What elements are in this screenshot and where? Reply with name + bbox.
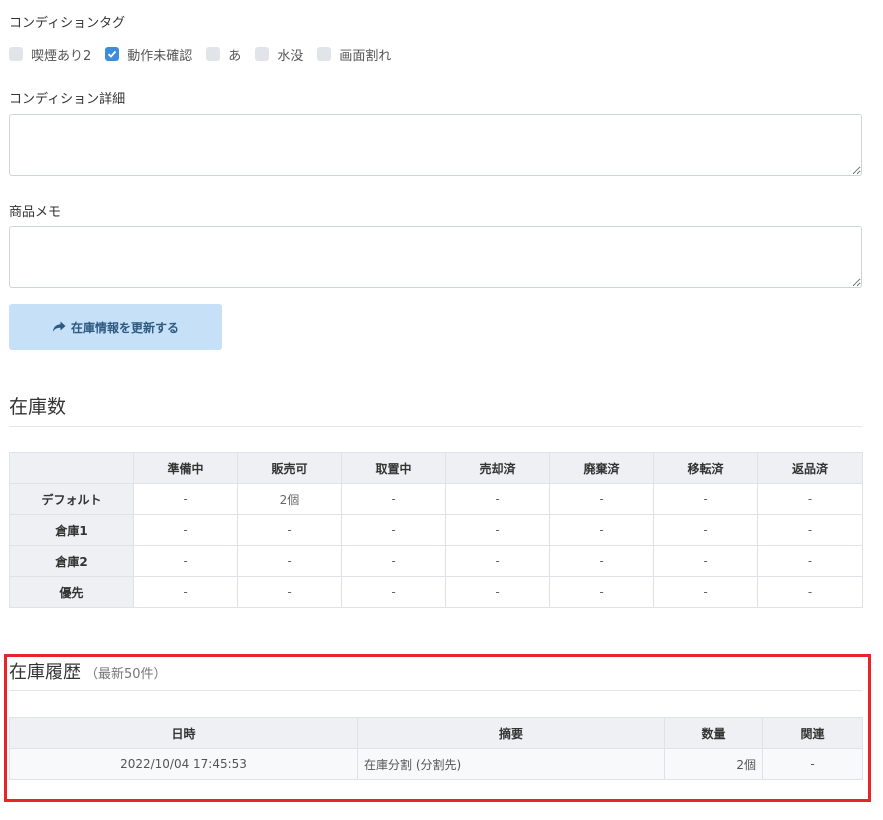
table-cell: - (653, 576, 758, 608)
table-cell: - (237, 545, 342, 577)
table-cell: - (549, 514, 654, 546)
stock-title: 在庫数 (9, 396, 67, 418)
checkbox-icon[interactable] (317, 47, 332, 61)
table-cell: - (445, 545, 550, 577)
table-cell: - (341, 483, 446, 515)
table-cell: - (133, 514, 238, 546)
tag-label: 水没 (277, 48, 304, 64)
checkbox-icon[interactable] (255, 47, 270, 61)
table-cell: - (549, 576, 654, 608)
table-cell: 2個 (237, 483, 342, 515)
stock-header-cell: 取置中 (341, 452, 446, 484)
table-cell: - (757, 483, 863, 515)
divider (9, 690, 862, 691)
table-cell: - (653, 545, 758, 577)
table-cell: - (653, 514, 758, 546)
history-summary: 在庫分割 (分割先) (357, 748, 665, 780)
table-cell: - (549, 545, 654, 577)
stock-table: 準備中 販売可 取置中 売却済 廃棄済 移転済 返品済 デフォルト - 2個 -… (9, 452, 863, 608)
table-cell: - (757, 576, 863, 608)
stock-header-cell: 準備中 (133, 452, 238, 484)
stock-header-cell (9, 452, 134, 484)
tag-label: 画面割れ (339, 48, 392, 64)
history-header-cell: 関連 (762, 717, 863, 749)
product-memo-textarea[interactable] (9, 226, 862, 288)
table-cell: - (757, 514, 863, 546)
history-header-cell: 日時 (9, 717, 358, 749)
history-header-cell: 数量 (664, 717, 763, 749)
table-cell: - (341, 514, 446, 546)
history-subtitle: （最新50件） (85, 667, 167, 682)
tag-label: 喫煙あり2 (31, 48, 92, 64)
table-cell: - (133, 545, 238, 577)
table-cell: - (653, 483, 758, 515)
table-cell: - (237, 514, 342, 546)
history-header-cell: 摘要 (357, 717, 665, 749)
table-cell: - (133, 483, 238, 515)
tag-checkbox-screen-crack[interactable]: 画面割れ (317, 45, 391, 64)
stock-header-cell: 移転済 (653, 452, 758, 484)
table-cell: - (341, 545, 446, 577)
condition-tags-group: 喫煙あり2 動作未確認 あ 水没 画面割れ (9, 44, 405, 64)
tag-checkbox-smoking[interactable]: 喫煙あり2 (9, 45, 91, 64)
condition-detail-label: コンディション詳細 (9, 92, 126, 107)
tag-checkbox-water[interactable]: 水没 (255, 45, 303, 64)
table-row: 優先 - - - - - - - (9, 576, 863, 608)
table-cell: - (445, 514, 550, 546)
table-cell: - (341, 576, 446, 608)
stock-header-row: 準備中 販売可 取置中 売却済 廃棄済 移転済 返品済 (9, 452, 863, 484)
product-memo-label: 商品メモ (9, 205, 62, 220)
update-stock-button-label: 在庫情報を更新する (70, 320, 179, 335)
table-row: 2022/10/04 17:45:53 在庫分割 (分割先) 2個 - (9, 748, 863, 780)
stock-header-cell: 返品済 (757, 452, 863, 484)
tag-checkbox-unverified[interactable]: 動作未確認 (105, 45, 192, 64)
update-stock-button[interactable]: 在庫情報を更新する (9, 304, 222, 350)
tag-checkbox-a[interactable]: あ (206, 45, 241, 64)
table-cell: - (445, 483, 550, 515)
table-cell: - (549, 483, 654, 515)
checkbox-icon[interactable] (206, 47, 221, 61)
row-header: 優先 (9, 576, 134, 608)
row-header: 倉庫1 (9, 514, 134, 546)
stock-header-cell: 販売可 (237, 452, 342, 484)
checkbox-icon[interactable] (9, 47, 23, 61)
history-datetime: 2022/10/04 17:45:53 (9, 748, 358, 780)
history-header-row: 日時 摘要 数量 関連 (9, 717, 863, 749)
table-row: 倉庫2 - - - - - - - (9, 545, 863, 577)
table-cell: - (133, 576, 238, 608)
table-cell: - (757, 545, 863, 577)
checkbox-checked-icon[interactable] (105, 47, 120, 61)
history-title-text: 在庫履歴 (9, 662, 81, 683)
row-header: デフォルト (9, 483, 134, 515)
divider (9, 426, 862, 427)
share-arrow-icon (52, 321, 66, 332)
table-cell: - (237, 576, 342, 608)
table-cell: - (445, 576, 550, 608)
table-row: デフォルト - 2個 - - - - - (9, 483, 863, 515)
table-row: 倉庫1 - - - - - - - (9, 514, 863, 546)
tag-label: あ (228, 48, 242, 64)
tag-label: 動作未確認 (127, 48, 193, 64)
history-table: 日時 摘要 数量 関連 2022/10/04 17:45:53 在庫分割 (分割… (9, 717, 863, 780)
row-header: 倉庫2 (9, 545, 134, 577)
condition-detail-textarea[interactable] (9, 114, 862, 176)
history-quantity: 2個 (664, 748, 763, 780)
history-title: 在庫履歴 （最新50件） (9, 658, 167, 684)
stock-header-cell: 廃棄済 (549, 452, 654, 484)
condition-tags-label: コンディションタグ (9, 16, 126, 31)
history-related: - (762, 748, 863, 780)
stock-header-cell: 売却済 (445, 452, 550, 484)
